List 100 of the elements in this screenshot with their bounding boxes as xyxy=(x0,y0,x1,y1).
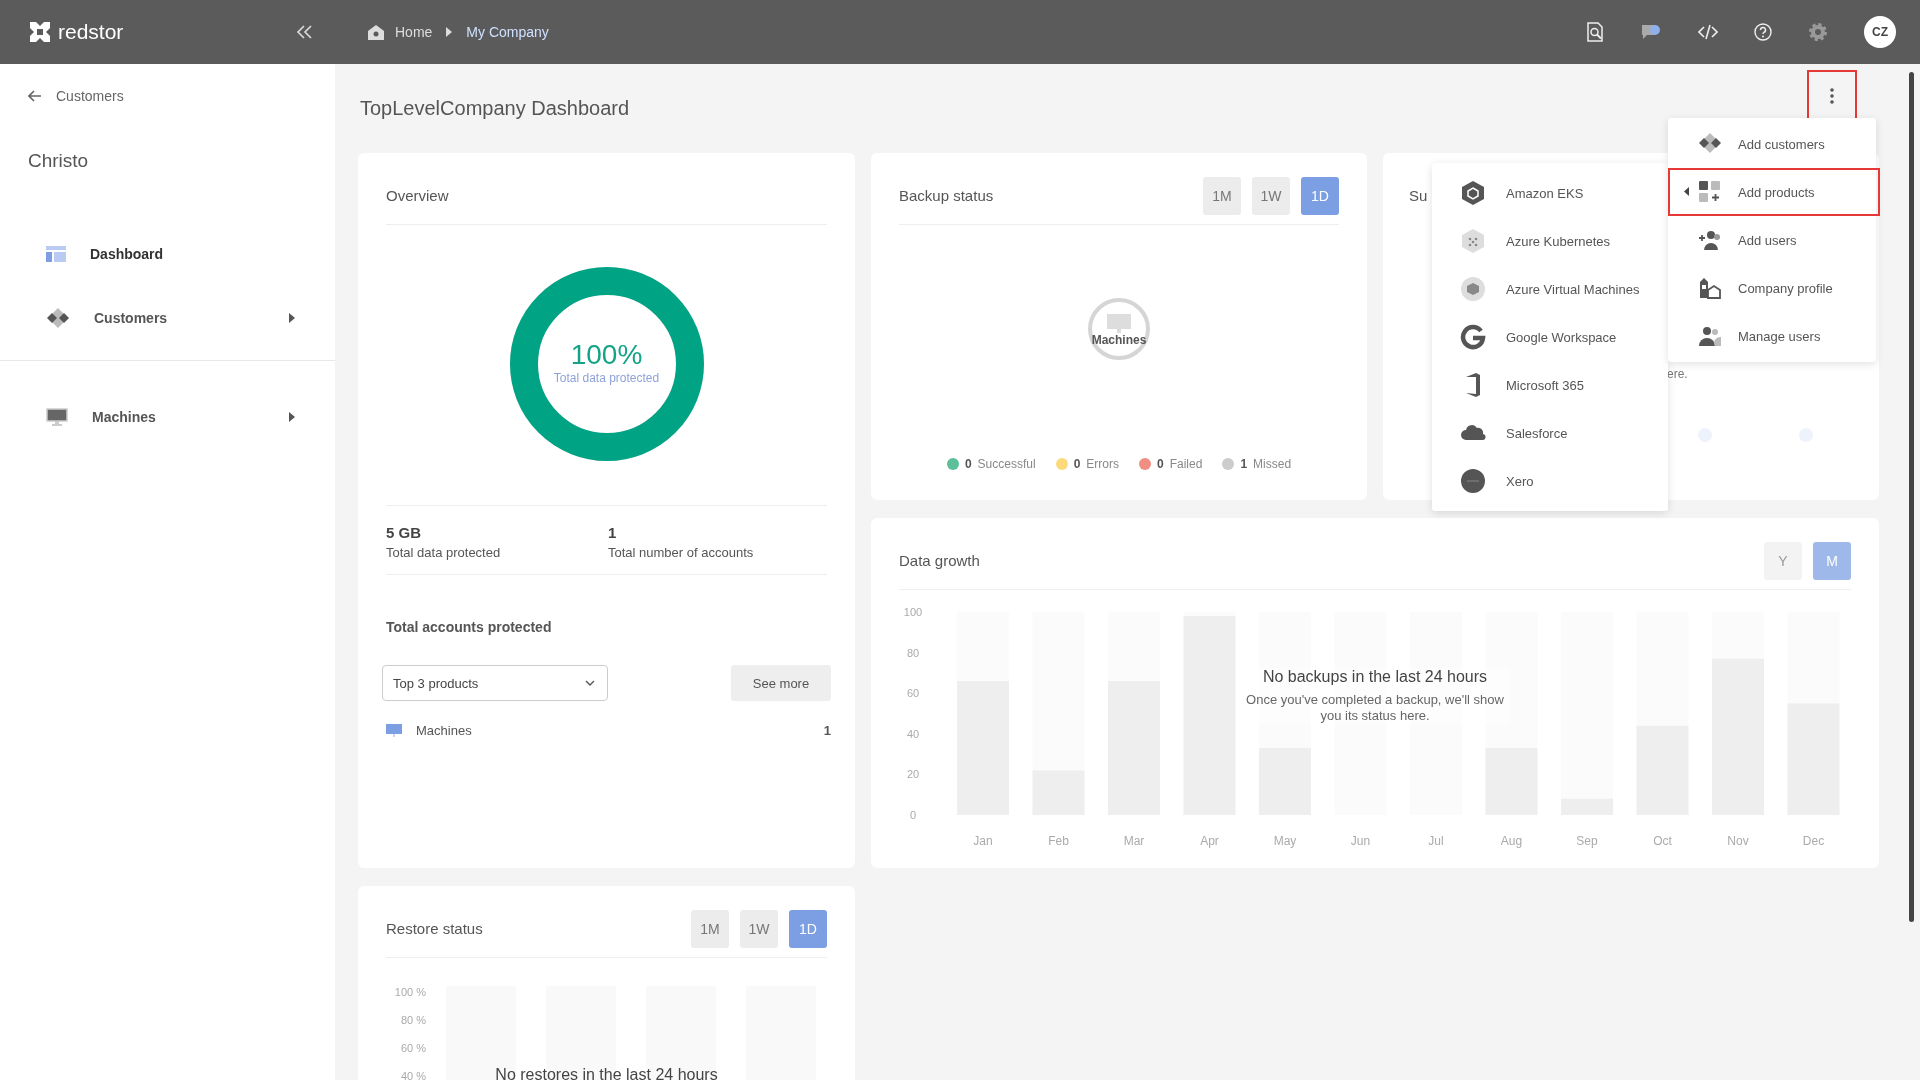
range-tab[interactable]: 1M xyxy=(1203,176,1241,215)
product-name: Machines xyxy=(416,723,473,738)
menu-item[interactable]: Add customers xyxy=(1668,120,1876,168)
cube-icon xyxy=(1460,276,1486,302)
empty-state-title: No backups in the last 24 hours xyxy=(1262,668,1488,686)
caret-icon xyxy=(289,313,295,323)
scrollbar[interactable] xyxy=(1909,72,1914,922)
axis-tick-label: 80 % xyxy=(400,1014,426,1026)
legend-count: 0 xyxy=(1073,457,1081,471)
legend-count: 0 xyxy=(964,457,972,471)
hexagon-icon xyxy=(1460,180,1486,206)
dashboard-icon xyxy=(46,246,66,262)
axis-tick-label: May xyxy=(1273,834,1297,848)
menu-item[interactable]: Manage users xyxy=(1668,312,1876,360)
menu-item-label: Azure Kubernetes xyxy=(1506,233,1611,249)
menu-item[interactable]: Company profile xyxy=(1668,264,1876,312)
product-count: 1 xyxy=(823,723,831,738)
axis-tick-label: 0 xyxy=(909,809,917,821)
product-dropdown[interactable]: Top 3 products xyxy=(382,665,608,701)
puzzle-icon xyxy=(46,307,70,329)
legend-count: 0 xyxy=(1157,457,1164,471)
card-title: Su xyxy=(1409,187,1428,204)
code-icon[interactable] xyxy=(1698,23,1718,41)
menu-item-label: Add products xyxy=(1738,184,1815,200)
menu-item[interactable]: Add users xyxy=(1668,216,1876,264)
menu-item-label: Salesforce xyxy=(1506,425,1568,441)
range-tab[interactable]: 1M xyxy=(691,909,729,948)
section-heading: Total accounts protected xyxy=(386,619,553,635)
monitor-ring-icon xyxy=(1087,297,1151,361)
menu-item-label: Google Workspace xyxy=(1506,329,1617,345)
axis-tick-label: 80 xyxy=(906,646,920,659)
axis-tick-label: 20 xyxy=(906,768,920,781)
help-icon[interactable] xyxy=(1754,23,1772,41)
axis-tick-label: Aug xyxy=(1500,834,1523,848)
axis-tick-label: Oct xyxy=(1653,834,1672,848)
menu-item-label: Add users xyxy=(1738,232,1797,248)
logo-text: redstor xyxy=(58,20,124,44)
menu-item[interactable]: Xero xyxy=(1432,457,1668,505)
axis-tick-label: 40 xyxy=(906,727,920,740)
range-tab[interactable]: 1W xyxy=(740,909,778,948)
axis-tick-label: Sep xyxy=(1576,834,1598,848)
axis-tick-label: Apr xyxy=(1200,834,1219,848)
card-title: Data growth xyxy=(899,552,980,569)
nav-item[interactable]: Customers xyxy=(0,286,335,350)
chat-icon[interactable] xyxy=(1640,22,1662,42)
menu-item[interactable]: Azure Virtual Machines xyxy=(1432,265,1668,313)
chevron-icon xyxy=(446,27,453,37)
breadcrumb-link[interactable]: My Company xyxy=(466,24,549,40)
grid-plus-icon xyxy=(1698,180,1722,204)
percentage-label: Total data protected xyxy=(553,371,660,385)
page-title: TopLevelCompany Dashboard xyxy=(360,97,630,120)
axis-tick-label: Jul xyxy=(1428,834,1444,848)
monitor-icon xyxy=(386,723,402,738)
nav-item[interactable]: Dashboard xyxy=(0,222,335,286)
legend-label: Successful xyxy=(977,457,1036,471)
nav-item[interactable]: Machines xyxy=(0,385,335,449)
logo-icon xyxy=(28,20,52,44)
search-icon[interactable] xyxy=(1586,22,1604,42)
caret-icon xyxy=(289,412,295,422)
buildings-icon xyxy=(1698,276,1722,300)
menu-item-label: Add customers xyxy=(1738,136,1825,152)
back-arrow-icon[interactable] xyxy=(28,90,42,102)
menu-item[interactable]: Azure Kubernetes xyxy=(1432,217,1668,265)
axis-tick-label: Dec xyxy=(1802,834,1825,848)
stat-value: 5 GB xyxy=(386,524,422,541)
back-link[interactable]: Customers xyxy=(56,88,124,104)
ring-icon xyxy=(1460,324,1486,350)
range-tab[interactable]: 1W xyxy=(1252,176,1290,215)
menu-item[interactable]: Microsoft 365 xyxy=(1432,361,1668,409)
menu-item-label: Company profile xyxy=(1738,280,1833,296)
collapse-icon[interactable] xyxy=(295,24,313,40)
axis-tick-label: 60 xyxy=(906,687,920,700)
axis-tick-label: Jan xyxy=(973,834,993,848)
legend-count: 1 xyxy=(1240,457,1248,471)
avatar[interactable]: CZ xyxy=(1864,16,1896,48)
axis-tick-label: Nov xyxy=(1727,834,1749,848)
see-more-button[interactable]: See more xyxy=(731,665,831,701)
axis-tick-label: Feb xyxy=(1048,834,1069,848)
axis-tick-label: Jun xyxy=(1350,834,1371,848)
axis-tick-label: Mar xyxy=(1123,834,1145,848)
menu-item-label: Microsoft 365 xyxy=(1506,377,1585,393)
menu-item[interactable]: Salesforce xyxy=(1432,409,1668,457)
customer-name: Christo xyxy=(27,149,90,173)
menu-item-label: Amazon EKS xyxy=(1506,185,1584,201)
card-title: Overview xyxy=(386,187,449,204)
axis-tick-label: 100 % xyxy=(394,986,426,998)
breadcrumb-link[interactable]: Home xyxy=(367,24,433,40)
card-title: Backup status xyxy=(899,187,994,204)
legend-label: Errors xyxy=(1086,457,1119,471)
circle-icon xyxy=(1460,468,1486,494)
menu-item-label: Manage users xyxy=(1738,328,1821,344)
menu-item-label: Xero xyxy=(1506,473,1534,489)
menu-item[interactable]: Add products xyxy=(1668,168,1880,216)
legend-label: Failed xyxy=(1169,457,1203,471)
menu-item[interactable]: Amazon EKS xyxy=(1432,169,1668,217)
menu-item[interactable]: Google Workspace xyxy=(1432,313,1668,361)
percentage-value: 100% xyxy=(570,339,643,371)
menu-item-label: Azure Virtual Machines xyxy=(1506,281,1640,297)
kebab-icon xyxy=(1830,88,1834,104)
stat-label: Total number of accounts xyxy=(608,545,755,560)
